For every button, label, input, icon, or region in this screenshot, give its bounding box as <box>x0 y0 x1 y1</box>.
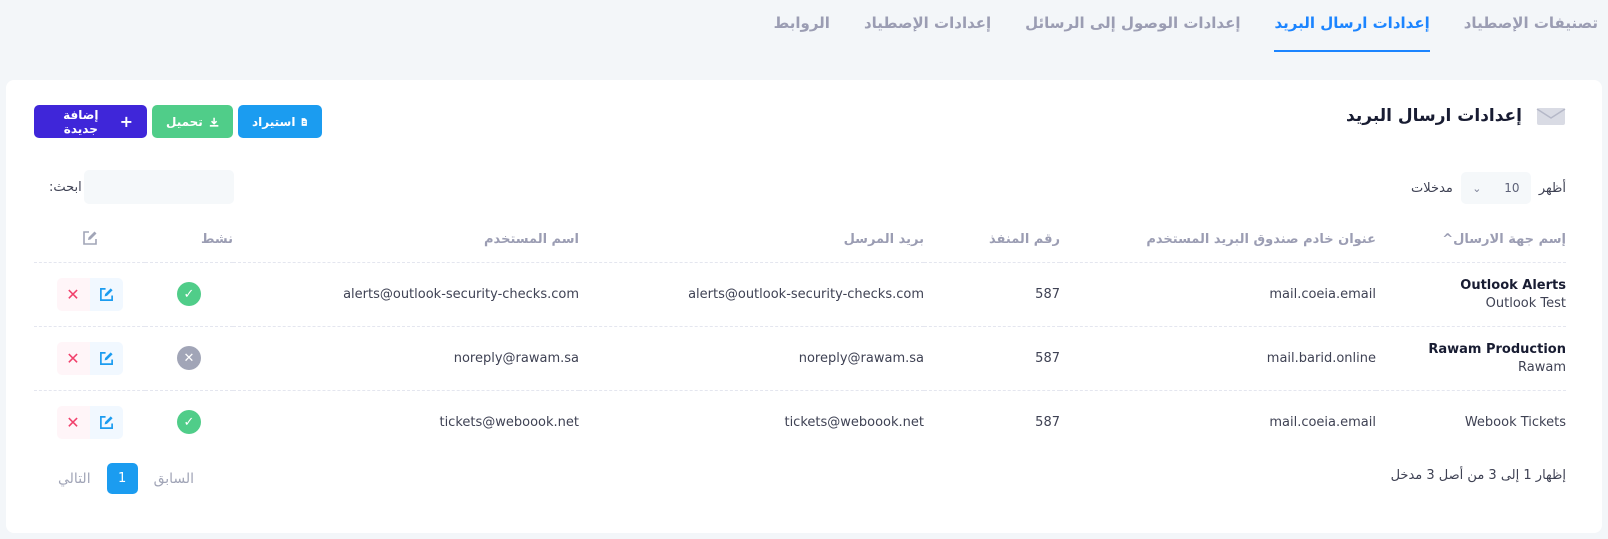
edit-icon <box>82 230 97 245</box>
sender-subname: Webook Tickets <box>1464 414 1566 430</box>
check-circle-icon: ✓ <box>177 410 201 435</box>
server-cell: mail.barid.online <box>1060 326 1376 391</box>
import-label: استيراد <box>252 114 296 129</box>
pagination: السابق 1 التالي <box>58 463 194 494</box>
sender-subname: Outlook Test <box>1485 295 1566 311</box>
sender-name: Rawam Production <box>1428 341 1566 357</box>
check-circle-icon: ✓ <box>177 282 201 306</box>
tab-phishing-settings[interactable]: إعدادات الإصطياد <box>864 0 991 52</box>
port-cell: 587 <box>924 262 1060 327</box>
tab-mail-sending-settings[interactable]: إعدادات ارسال البريد <box>1274 0 1430 52</box>
tab-phishing-categories[interactable]: تصنيفات الإصطياد <box>1464 0 1598 52</box>
top-tabs: تصنيفات الإصطياد إعدادات ارسال البريد إع… <box>0 0 1608 84</box>
plus-icon: + <box>119 111 133 131</box>
search-label: ابحث: <box>49 179 82 195</box>
edit-button[interactable] <box>89 405 123 439</box>
delete-button[interactable]: ✕ <box>56 405 90 439</box>
table-row: Outlook Alerts Outlook Test mail.coeia.e… <box>34 262 1566 327</box>
close-icon: ✕ <box>66 348 80 368</box>
tab-message-access-settings[interactable]: إعدادات الوصول إلى الرسائل <box>1025 0 1240 52</box>
column-sender-email[interactable]: بريد المرسل <box>579 218 924 263</box>
search-input[interactable] <box>83 170 234 204</box>
column-active[interactable]: نشط <box>145 218 233 263</box>
edit-icon <box>99 351 113 365</box>
show-label: أظهر <box>1538 180 1566 196</box>
page-length-select[interactable]: ⌄ 10 <box>1460 172 1531 204</box>
active-cell: ✓ <box>145 390 233 454</box>
download-button[interactable]: تحميل <box>152 105 233 138</box>
column-actions <box>34 218 145 263</box>
add-new-label: إضافة جديدة <box>63 107 99 136</box>
delete-button[interactable]: ✕ <box>56 341 90 375</box>
page-title: إعدادات ارسال البريد <box>1346 106 1522 126</box>
search-control: ابحث: <box>49 170 234 204</box>
import-button[interactable]: استيراد <box>238 105 322 138</box>
server-cell: mail.coeia.email <box>1269 414 1376 430</box>
edit-icon <box>99 287 113 301</box>
table-info: إظهار 1 إلى 3 من أصل 3 مدخل <box>1390 468 1566 483</box>
username-cell: alerts@outlook-security-checks.com <box>233 262 579 327</box>
close-icon: ✕ <box>66 284 80 304</box>
edit-icon <box>99 415 113 429</box>
port-cell: 587 <box>924 326 1060 391</box>
table-row: Rawam Production Rawam mail.barid.online… <box>34 326 1566 391</box>
entries-label: مدخلات <box>1411 180 1453 196</box>
username-cell: noreply@rawam.sa <box>233 326 579 391</box>
next-page-link[interactable]: التالي <box>58 471 91 487</box>
edit-button[interactable] <box>89 277 123 311</box>
sender-email-cell: noreply@rawam.sa <box>579 326 924 391</box>
page-length-value: 10 <box>1504 181 1520 195</box>
edit-button[interactable] <box>89 341 123 375</box>
sender-name: Outlook Alerts <box>1460 277 1566 293</box>
mail-settings-card: إعدادات ارسال البريد + إضافة جديدة تحميل… <box>6 80 1602 533</box>
card-header: إعدادات ارسال البريد <box>1346 106 1566 126</box>
actions-cell: ✕ <box>34 390 145 454</box>
x-circle-icon: ✕ <box>177 346 201 370</box>
file-icon <box>302 117 308 126</box>
envelope-icon <box>1536 108 1566 125</box>
column-username[interactable]: اسم المستخدم <box>233 218 579 263</box>
server-cell: mail.coeia.email <box>1060 262 1376 327</box>
sender-subname: Rawam <box>1518 359 1566 375</box>
active-cell: ✕ <box>145 326 233 391</box>
download-icon <box>209 117 219 127</box>
previous-page-link[interactable]: السابق <box>154 471 194 487</box>
active-cell: ✓ <box>145 262 233 327</box>
page-1-button[interactable]: 1 <box>106 463 138 494</box>
download-label: تحميل <box>166 114 203 129</box>
sender-name-cell: Rawam Production Rawam <box>1376 326 1566 391</box>
page-length-control: أظهر ⌄ 10 مدخلات <box>1411 172 1566 204</box>
sender-name-cell: Outlook Alerts Outlook Test <box>1376 262 1566 327</box>
toolbar: + إضافة جديدة تحميل استيراد <box>34 105 322 138</box>
table-header-row: إسم جهة الارسال^ عنوان خادم صندوق البريد… <box>34 218 1566 263</box>
sender-email-cell: tickets@weboook.net <box>784 414 924 430</box>
delete-button[interactable]: ✕ <box>56 277 90 311</box>
tab-links[interactable]: الروابط <box>774 0 830 52</box>
actions-cell: ✕ <box>34 326 145 391</box>
sender-name-cell: Webook Tickets <box>1376 390 1566 454</box>
actions-cell: ✕ <box>34 262 145 327</box>
column-port[interactable]: رقم المنفذ <box>924 218 1060 263</box>
port-cell: 587 <box>1035 414 1060 430</box>
add-new-button[interactable]: + إضافة جديدة <box>34 105 147 138</box>
mail-senders-table: إسم جهة الارسال^ عنوان خادم صندوق البريد… <box>34 218 1566 454</box>
close-icon: ✕ <box>66 412 80 432</box>
column-server[interactable]: عنوان خادم صندوق البريد المستخدم <box>1060 218 1376 263</box>
table-row: Webook Tickets mail.coeia.email 587 tick… <box>34 390 1566 454</box>
sender-email-cell: alerts@outlook-security-checks.com <box>579 262 924 327</box>
chevron-down-icon: ⌄ <box>1472 181 1482 195</box>
column-sender-name[interactable]: إسم جهة الارسال^ <box>1376 218 1566 263</box>
username-cell: tickets@weboook.net <box>439 414 579 430</box>
